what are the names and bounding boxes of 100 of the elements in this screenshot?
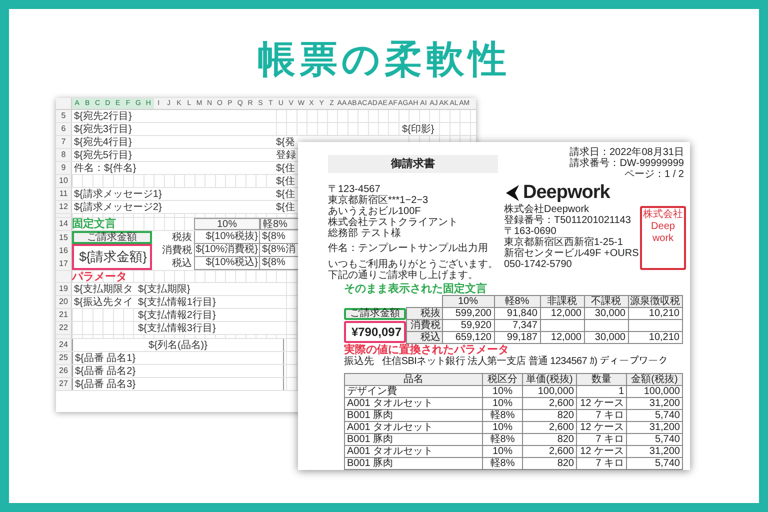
bank-label: 振込先 (344, 356, 375, 367)
table-cell: A001 タオルセット (344, 446, 482, 458)
table-cell: 税込 (152, 257, 194, 270)
table-cell: 7 キロ (576, 434, 626, 446)
annotation-label: パラメータ (72, 271, 127, 282)
banner-title: 帳票の柔軟性 (258, 37, 510, 81)
row-number: 6 (56, 123, 72, 135)
table-cell: 軽8% (482, 458, 522, 470)
table-cell: 5,740 (626, 434, 682, 446)
column-header: 非課税 (540, 296, 584, 308)
table-cell: A001 タオルセット (344, 422, 482, 434)
table-cell: 軽8% (482, 410, 522, 422)
company-line: 050-1742-5790 (504, 259, 573, 270)
row-number: 7 (56, 136, 72, 148)
column-header: 10% (194, 218, 260, 230)
table-cell: ${品番 品名3} (72, 378, 284, 390)
row-number: 17 (58, 258, 69, 270)
highlighted-cell: ご請求金額 (344, 308, 406, 320)
table-cell: B001 豚肉 (344, 434, 482, 446)
annotation-label: そのまま表示された固定文言 (344, 283, 488, 295)
table-cell: 10% (482, 446, 522, 458)
table-cell: B001 豚肉 (344, 458, 482, 470)
table-cell: ${10%税込} (194, 257, 260, 270)
table-cell: A001 タオルセット (344, 398, 482, 410)
highlighted-cell: ¥790,097 (344, 320, 406, 342)
table-cell: 100,000 (522, 386, 576, 398)
table-cell: 10,210 (628, 332, 682, 344)
table-cell: 12 ケース (576, 398, 626, 410)
greeting-line: 下記の通りご請求申し上げます。 (328, 270, 479, 281)
column-header: 単価(税抜) (522, 374, 576, 386)
table-cell: 10,210 (628, 308, 682, 320)
table-cell: 820 (522, 434, 576, 446)
row-number: 5 (56, 110, 72, 122)
highlighted-cell: ご請求金額 (72, 231, 152, 244)
table-cell: 税込 (406, 332, 442, 344)
row-number: 14 (56, 218, 72, 230)
table-cell: 820 (522, 458, 576, 470)
row-number: 10 (56, 175, 72, 187)
table-cell: ${振込先タイ (72, 296, 136, 308)
column-header: 軽8% (494, 296, 540, 308)
table-cell: 2,600 (522, 422, 576, 434)
table-cell: B001 豚肉 (344, 410, 482, 422)
meta-text: ページ：1 / 2 (624, 169, 684, 180)
column-header: 品名 (344, 374, 482, 386)
table-cell: 91,840 (494, 308, 540, 320)
table-cell: 7 キロ (576, 458, 626, 470)
stamp-text: 株式会社 (643, 209, 683, 221)
table-cell: 31,200 (626, 422, 682, 434)
table-cell: 30,000 (584, 308, 628, 320)
table-cell: 7,347 (494, 320, 540, 332)
table-cell: 2,600 (522, 398, 576, 410)
highlighted-cell: ${請求金額} (72, 244, 152, 270)
table-cell: ${10%消費税} (194, 244, 260, 257)
stamp-text: work (652, 233, 674, 245)
document-title: 御請求書 (328, 155, 498, 173)
table-cell: 消費税 (152, 244, 194, 257)
table-cell: 12 ケース (576, 422, 626, 434)
table-cell: 5,740 (626, 458, 682, 470)
row-number: 11 (56, 188, 72, 200)
table-cell: 10% (482, 398, 522, 410)
row-number: 19 (56, 283, 72, 295)
address-line: 株式会社テストクライアント (328, 217, 459, 228)
column-header: 不課税 (584, 296, 628, 308)
stamp-text: Deep (651, 221, 675, 233)
table-cell: 1 (576, 386, 626, 398)
row-number: 9 (56, 162, 72, 174)
row-number: 16 (58, 244, 69, 256)
row-number: 24 (56, 339, 72, 351)
table-cell: ${品番 品名1} (72, 352, 284, 364)
row-number: 15 (58, 232, 69, 244)
company-line: 東京都新宿区西新宿1-25-1 (504, 237, 624, 248)
row-number: 12 (56, 201, 72, 213)
column-header: ${列名(品名)} (72, 339, 284, 351)
table-cell: 99,187 (494, 332, 540, 344)
table-cell: 12,000 (540, 332, 584, 344)
table-cell: 31,200 (626, 398, 682, 410)
column-header: 10% (442, 296, 494, 308)
table-cell: 12 ケース (576, 446, 626, 458)
address-line: 総務部 テスト様 (328, 228, 402, 239)
row-number: 25 (56, 352, 72, 364)
logo-icon (504, 184, 520, 202)
annotation-label: 固定文言 (72, 218, 117, 230)
meta-text: 請求番号：DW-99999999 (570, 158, 684, 169)
table-cell: 軽8% (482, 434, 522, 446)
table-cell: 2,600 (522, 446, 576, 458)
row-number: 20 (56, 296, 72, 308)
table-cell: 820 (522, 410, 576, 422)
company-logo: Deepwork (523, 182, 610, 204)
table-cell: 31,200 (626, 446, 682, 458)
company-line: 株式会社Deepwork (504, 204, 590, 215)
annotation-label: 実際の値に置換されたパラメータ (344, 344, 509, 356)
meta-text: 請求日：2022年08月31日 (570, 147, 684, 158)
table-cell: 税抜 (406, 308, 442, 320)
bank-details: 住信SBIネット銀行 法人第一支店 普通 1234567 ｶ) ディープワーク (382, 356, 668, 367)
table-cell: 59,920 (442, 320, 494, 332)
table-cell: 5,740 (626, 410, 682, 422)
column-header: 税区分 (482, 374, 522, 386)
table-cell: ${品番 品名2} (72, 365, 284, 377)
company-line: 登録番号：T5011201021143 (504, 215, 632, 226)
column-header: 源泉徴収税 (628, 296, 682, 308)
